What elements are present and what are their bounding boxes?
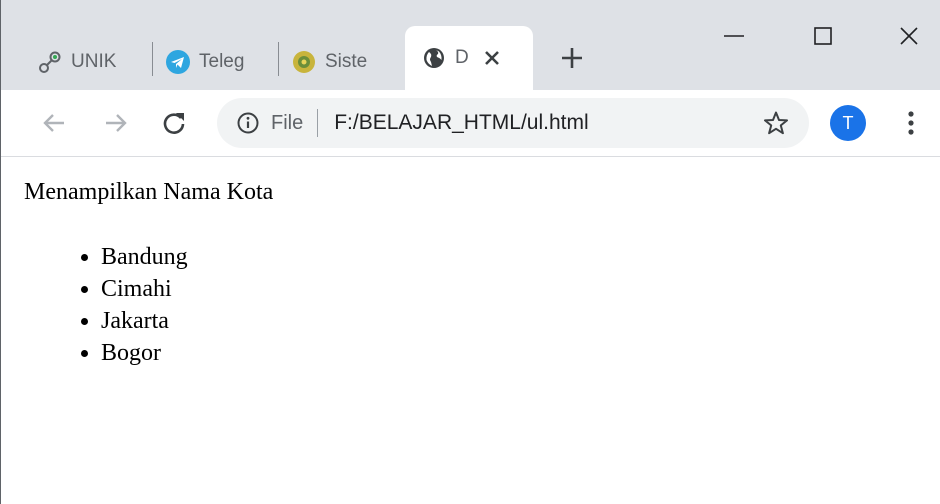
tab-separator: [152, 42, 153, 76]
tab-sistem[interactable]: Siste: [291, 34, 395, 90]
back-arrow-icon: [43, 114, 64, 132]
list-item: Cimahi: [101, 273, 188, 305]
list-item: Bandung: [101, 241, 188, 273]
profile-initial: T: [842, 112, 854, 133]
browser-toolbar: File F:/BELAJAR_HTML/ul.html T: [1, 90, 940, 157]
close-icon: [900, 27, 918, 45]
maximize-button[interactable]: [803, 20, 843, 52]
info-icon[interactable]: [235, 110, 261, 136]
kebab-menu-icon: [908, 111, 914, 135]
list-item: Bogor: [101, 337, 188, 369]
minimize-icon: [724, 35, 744, 37]
new-tab-button[interactable]: [554, 40, 590, 76]
browser-window: UNIK Teleg Siste D File F:/BELAJAR_HTML/…: [0, 0, 940, 504]
forward-button[interactable]: [97, 104, 135, 142]
tab-separator: [278, 42, 279, 76]
address-divider: [317, 109, 319, 137]
tab-active[interactable]: D: [405, 26, 533, 90]
emblem-icon: [291, 49, 317, 75]
tab-title: D: [455, 47, 469, 68]
tab-strip: UNIK Teleg Siste D: [1, 0, 940, 90]
bookmark-star-icon[interactable]: [763, 110, 789, 136]
page-heading: Menampilkan Nama Kota: [24, 179, 274, 205]
forward-arrow-icon: [106, 114, 127, 132]
plus-icon: [562, 48, 582, 68]
city-list: Bandung Cimahi Jakarta Bogor: [1, 241, 188, 369]
link-icon: [37, 49, 63, 75]
menu-button[interactable]: [897, 106, 925, 140]
globe-icon: [421, 45, 447, 71]
page-content: Menampilkan Nama Kota Bandung Cimahi Jak…: [1, 157, 940, 504]
close-window-button[interactable]: [889, 20, 929, 52]
list-item: Jakarta: [101, 305, 188, 337]
address-bar[interactable]: File F:/BELAJAR_HTML/ul.html: [217, 98, 809, 148]
telegram-icon: [165, 49, 191, 75]
back-button[interactable]: [35, 104, 73, 142]
url-text[interactable]: F:/BELAJAR_HTML/ul.html: [334, 111, 588, 135]
url-scheme-label: File: [271, 111, 304, 134]
tab-title: Teleg: [199, 51, 245, 72]
minimize-button[interactable]: [714, 20, 754, 52]
reload-button[interactable]: [155, 104, 193, 142]
reload-icon: [163, 113, 185, 134]
tab-unik[interactable]: UNIK: [37, 34, 149, 90]
close-tab-icon[interactable]: [479, 45, 505, 71]
tab-telegram[interactable]: Teleg: [165, 34, 271, 90]
profile-avatar[interactable]: T: [830, 105, 866, 141]
tab-title: Siste: [325, 51, 368, 72]
maximize-icon: [814, 27, 832, 45]
tab-title: UNIK: [71, 51, 117, 72]
